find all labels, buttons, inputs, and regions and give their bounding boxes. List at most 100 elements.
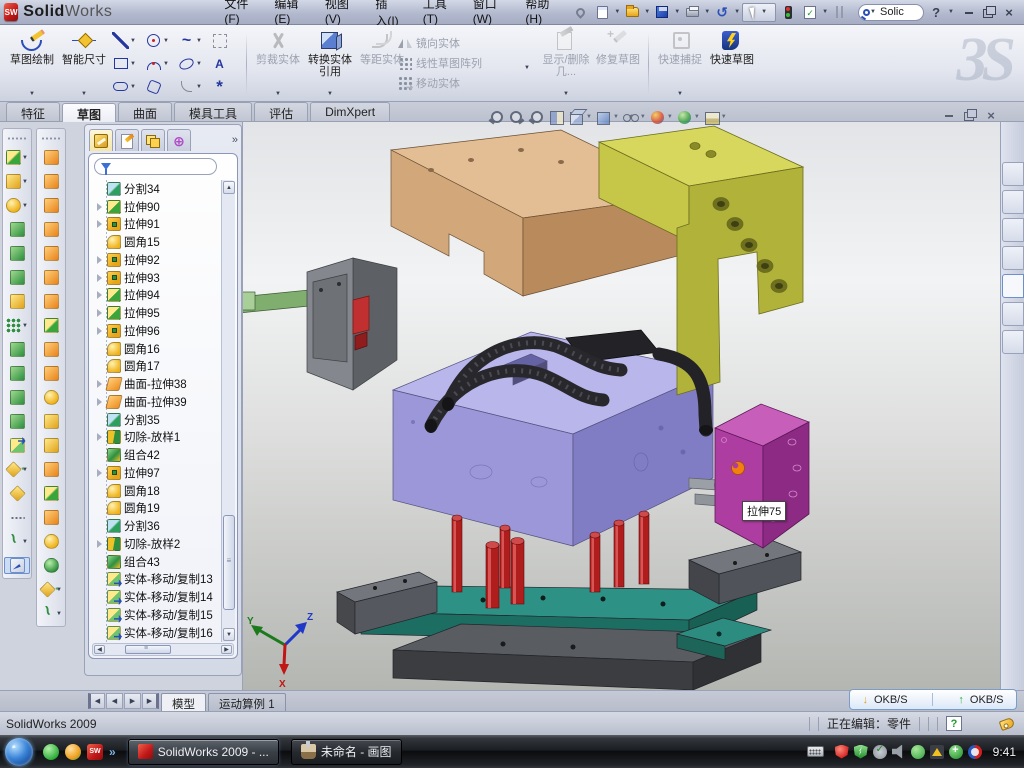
open-button[interactable] bbox=[622, 3, 642, 22]
sketch-entity-button[interactable]: ▼ bbox=[143, 29, 176, 52]
tool-button[interactable] bbox=[38, 533, 64, 550]
tool-button[interactable] bbox=[4, 341, 30, 358]
taskbar-window-button[interactable]: 未命名 - 画图 bbox=[291, 739, 402, 765]
feature-tree-item[interactable]: 拉伸97 bbox=[91, 464, 220, 482]
part-core-slider-gray[interactable] bbox=[243, 258, 397, 390]
start-button[interactable] bbox=[5, 738, 33, 766]
feature-tree-item[interactable]: 切除-放样2 bbox=[91, 535, 220, 553]
doc-restore-button[interactable] bbox=[963, 109, 977, 122]
tree-horizontal-scrollbar[interactable]: ◀ ▶ bbox=[92, 643, 234, 656]
feature-tree-item[interactable]: 圆角16 bbox=[91, 340, 220, 358]
part-base-assembly[interactable] bbox=[337, 540, 801, 690]
tool-button[interactable] bbox=[4, 437, 30, 454]
taskpane-design-library-tab[interactable] bbox=[1002, 190, 1024, 214]
sketch-entity-button[interactable] bbox=[209, 29, 242, 52]
feature-tree-item[interactable]: 拉伸91 bbox=[91, 216, 220, 234]
help-button[interactable]: ? bbox=[926, 3, 946, 22]
taskbar-window-button[interactable]: SolidWorks 2009 - ... bbox=[128, 739, 279, 765]
tool-button[interactable] bbox=[4, 509, 30, 526]
doc-minimize-button[interactable] bbox=[942, 109, 956, 122]
quicklaunch-chevron[interactable]: » bbox=[109, 745, 116, 759]
ribbon-tab[interactable]: DimXpert bbox=[310, 102, 390, 121]
taskpane-toolbox-tab[interactable] bbox=[1002, 246, 1024, 270]
tool-button[interactable] bbox=[4, 365, 30, 382]
save-button[interactable] bbox=[652, 3, 672, 22]
convert-entities-button[interactable]: 转换实体引用 ▼ bbox=[304, 29, 356, 99]
tray-icon[interactable] bbox=[911, 745, 925, 759]
stack-tool-button[interactable]: 镜向实体 bbox=[398, 33, 522, 53]
rebuild-traffic-light-icon[interactable] bbox=[778, 3, 798, 22]
view-settings-icon[interactable]: ▼ bbox=[703, 109, 727, 126]
expand-arrow-icon[interactable] bbox=[95, 468, 104, 477]
options-checklist-button[interactable]: ✓ bbox=[800, 3, 820, 22]
tool-button[interactable] bbox=[38, 437, 64, 454]
print-button[interactable] bbox=[682, 3, 702, 22]
propertymanager-tab[interactable] bbox=[115, 129, 139, 151]
zoom-to-fit-icon[interactable] bbox=[488, 109, 505, 126]
sketch-entity-button[interactable] bbox=[209, 52, 242, 75]
sketch-entity-button[interactable]: ▼ bbox=[176, 29, 209, 52]
feature-tree-item[interactable]: 组合43 bbox=[91, 553, 220, 571]
expand-arrow-icon[interactable] bbox=[95, 291, 104, 300]
search-box[interactable]: ▼ Solic bbox=[858, 4, 924, 21]
tool-button[interactable]: ▼ bbox=[4, 149, 30, 166]
tool-button[interactable] bbox=[38, 509, 64, 526]
part-insert-block-magenta[interactable] bbox=[715, 404, 809, 548]
tool-button[interactable] bbox=[38, 197, 64, 214]
tool-button[interactable] bbox=[38, 293, 64, 310]
prev-tab-button[interactable]: ◀ bbox=[106, 693, 123, 709]
feature-tree-item[interactable]: 实体-移动/复制17 bbox=[91, 642, 220, 643]
feature-tree-item[interactable]: 实体-移动/复制13 bbox=[91, 571, 220, 589]
sketch-entity-button[interactable]: ▼ bbox=[143, 52, 176, 75]
status-help-icon[interactable]: ? bbox=[946, 716, 962, 731]
sketch-entity-button[interactable]: ▼ bbox=[110, 75, 143, 98]
graphics-viewport[interactable]: Y Z X 拉伸75 bbox=[242, 122, 1000, 690]
taskpane-custom-properties-tab[interactable] bbox=[1002, 330, 1024, 354]
feature-tree-item[interactable]: 分割34 bbox=[91, 180, 220, 198]
tool-button[interactable] bbox=[38, 461, 64, 478]
tree-filter-field[interactable] bbox=[94, 158, 217, 175]
expand-arrow-icon[interactable] bbox=[95, 433, 104, 442]
new-document-button[interactable] bbox=[592, 3, 612, 22]
tray-icon[interactable] bbox=[892, 745, 906, 759]
expand-arrow-icon[interactable] bbox=[95, 273, 104, 282]
dimxpertmanager-tab[interactable]: ⊕ bbox=[167, 129, 191, 151]
tray-icon[interactable] bbox=[930, 745, 944, 759]
expand-arrow-icon[interactable] bbox=[95, 326, 104, 335]
sketch-entity-button[interactable]: ▼ bbox=[110, 52, 143, 75]
scroll-left-button[interactable]: ◀ bbox=[94, 645, 105, 654]
expand-arrow-icon[interactable] bbox=[95, 309, 104, 318]
tool-button[interactable] bbox=[4, 413, 30, 430]
trim-entities-button[interactable]: 剪裁实体 ▼ bbox=[252, 29, 304, 99]
last-tab-button[interactable]: ▶ bbox=[142, 693, 159, 709]
expand-arrow-icon[interactable] bbox=[95, 255, 104, 264]
tool-button[interactable] bbox=[38, 317, 64, 334]
stack-tool-button[interactable]: 移动实体 bbox=[398, 73, 522, 93]
scroll-right-button[interactable]: ▶ bbox=[221, 645, 232, 654]
panel-overflow-chevron[interactable]: » bbox=[232, 134, 237, 146]
tool-button[interactable] bbox=[38, 269, 64, 286]
display-style-icon[interactable]: ▼ bbox=[595, 109, 619, 126]
hscrollbar-thumb[interactable] bbox=[125, 645, 171, 654]
undo-button[interactable]: ↺ bbox=[712, 3, 732, 22]
previous-view-icon[interactable] bbox=[528, 109, 545, 126]
tool-button[interactable] bbox=[38, 245, 64, 262]
feature-tree-item[interactable]: 圆角15 bbox=[91, 233, 220, 251]
tool-button[interactable] bbox=[38, 365, 64, 382]
feature-tree-item[interactable]: 实体-移动/复制15 bbox=[91, 606, 220, 624]
tool-button[interactable]: ▼ bbox=[38, 605, 64, 622]
expand-arrow-icon[interactable] bbox=[95, 397, 104, 406]
expand-arrow-icon[interactable] bbox=[95, 539, 104, 548]
tool-button[interactable] bbox=[4, 245, 30, 262]
ribbon-tab[interactable]: 评估 bbox=[254, 102, 308, 121]
feature-tree-item[interactable]: 拉伸93 bbox=[91, 269, 220, 287]
messenger-icon[interactable] bbox=[43, 744, 59, 760]
tool-button[interactable] bbox=[38, 221, 64, 238]
featuremanager-tree-tab[interactable] bbox=[89, 129, 113, 151]
sketch-entity-button[interactable]: ▼ bbox=[176, 52, 209, 75]
tool-button[interactable]: ▼ bbox=[38, 581, 64, 598]
scrollbar-thumb[interactable] bbox=[223, 515, 235, 610]
scroll-up-button[interactable]: ▲ bbox=[223, 181, 235, 194]
network-speed-widget[interactable]: ↓OKB/S ↑OKB/S bbox=[849, 689, 1017, 710]
taskpane-resources-tab[interactable] bbox=[1002, 162, 1024, 186]
